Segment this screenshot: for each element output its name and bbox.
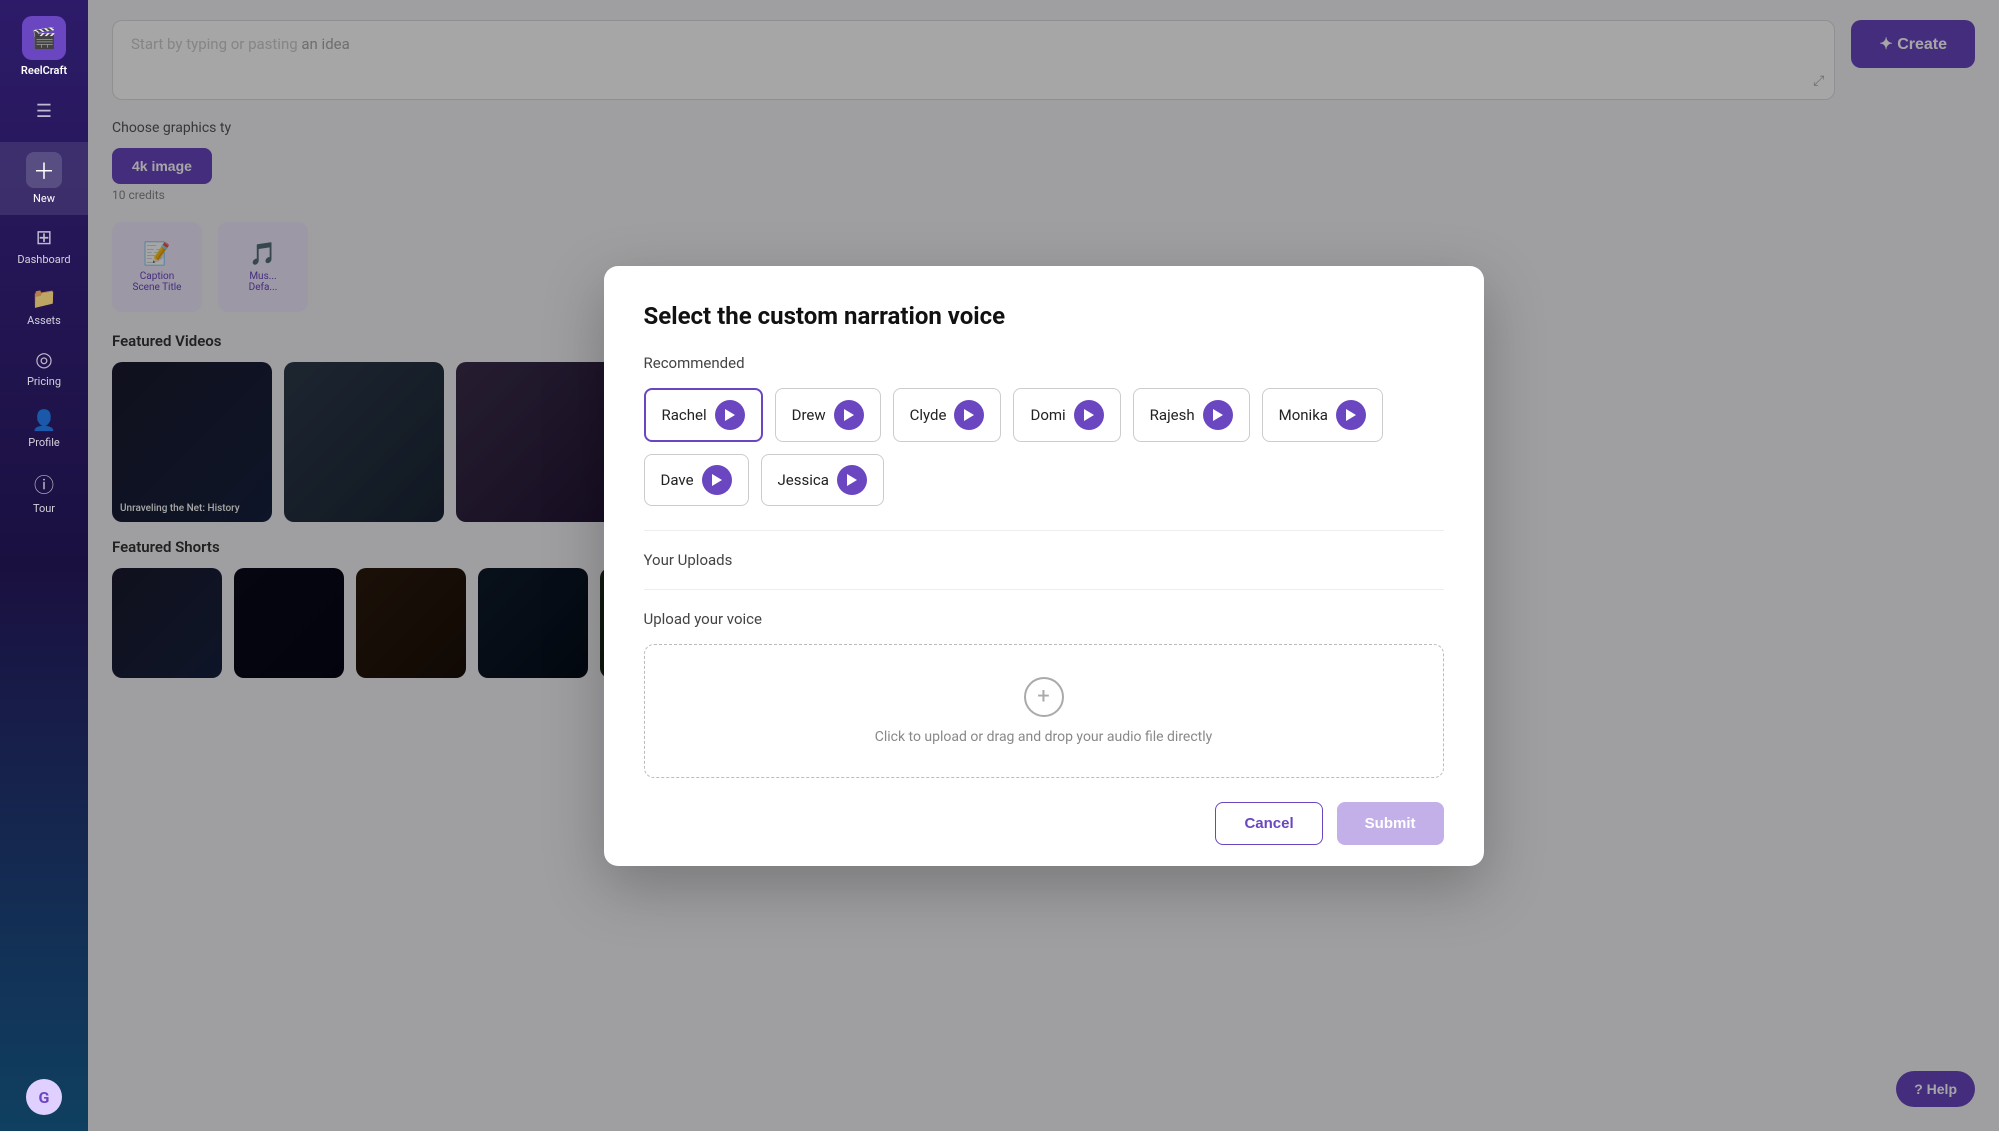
voice-play-clyde[interactable] <box>954 400 984 430</box>
user-avatar[interactable]: G <box>26 1079 62 1115</box>
voice-name-clyde: Clyde <box>910 406 947 424</box>
voice-chip-domi[interactable]: Domi <box>1013 388 1120 442</box>
sidebar-item-tour[interactable]: ⓘ Tour <box>0 459 88 525</box>
voice-grid: Rachel Drew Clyde <box>644 388 1444 506</box>
modal-title: Select the custom narration voice <box>644 302 1444 330</box>
sidebar-item-assets[interactable]: 📁 Assets <box>0 276 88 337</box>
voice-chip-jessica[interactable]: Jessica <box>761 454 884 506</box>
voice-play-rajesh[interactable] <box>1203 400 1233 430</box>
modal-backdrop: Select the custom narration voice Recomm… <box>88 0 1999 1131</box>
sidebar: 🎬 ReelCraft ☰ ＋ New ⊞ Dashboard 📁 Assets… <box>0 0 88 1131</box>
modal-divider <box>644 530 1444 531</box>
voice-play-dave[interactable] <box>702 465 732 495</box>
sidebar-item-new-label: New <box>33 192 55 205</box>
sidebar-item-new[interactable]: ＋ New <box>0 142 88 215</box>
pricing-icon: ◎ <box>35 347 52 371</box>
recommended-label: Recommended <box>644 354 1444 372</box>
voice-chip-monika[interactable]: Monika <box>1262 388 1383 442</box>
menu-icon[interactable]: ☰ <box>36 101 52 122</box>
sidebar-item-pricing-label: Pricing <box>27 375 61 388</box>
voice-chip-dave[interactable]: Dave <box>644 454 749 506</box>
voice-chip-rachel[interactable]: Rachel <box>644 388 763 442</box>
logo-icon: 🎬 <box>22 16 66 60</box>
sidebar-item-dashboard-label: Dashboard <box>17 253 70 266</box>
voice-chip-rajesh[interactable]: Rajesh <box>1133 388 1250 442</box>
upload-voice-label: Upload your voice <box>644 610 1444 628</box>
voice-name-dave: Dave <box>661 471 694 489</box>
voice-name-rajesh: Rajesh <box>1150 406 1195 424</box>
voice-play-domi[interactable] <box>1074 400 1104 430</box>
voice-name-monika: Monika <box>1279 406 1328 424</box>
cancel-button[interactable]: Cancel <box>1215 802 1322 845</box>
new-icon: ＋ <box>26 152 62 188</box>
main-content: Start by typing or pasting an idea ⤢ ✦ C… <box>88 0 1999 1131</box>
voice-play-jessica[interactable] <box>837 465 867 495</box>
uploads-label: Your Uploads <box>644 551 1444 569</box>
voice-play-monika[interactable] <box>1336 400 1366 430</box>
voice-name-drew: Drew <box>792 406 826 424</box>
voice-chip-clyde[interactable]: Clyde <box>893 388 1002 442</box>
sidebar-item-tour-label: Tour <box>33 502 55 515</box>
upload-plus-icon: + <box>1024 677 1064 717</box>
voice-name-jessica: Jessica <box>778 471 829 489</box>
sidebar-item-assets-label: Assets <box>27 314 61 327</box>
sidebar-item-profile-label: Profile <box>28 436 59 449</box>
voice-play-drew[interactable] <box>834 400 864 430</box>
modal-divider-2 <box>644 589 1444 590</box>
tour-icon: ⓘ <box>34 469 54 498</box>
logo[interactable]: 🎬 ReelCraft <box>21 16 67 77</box>
voice-chip-drew[interactable]: Drew <box>775 388 881 442</box>
assets-icon: 📁 <box>32 286 57 310</box>
voice-name-rachel: Rachel <box>662 406 707 424</box>
modal-actions: Cancel Submit <box>644 802 1444 845</box>
upload-text: Click to upload or drag and drop your au… <box>875 729 1213 745</box>
sidebar-item-profile[interactable]: 👤 Profile <box>0 398 88 459</box>
submit-button[interactable]: Submit <box>1337 802 1444 845</box>
profile-icon: 👤 <box>32 408 57 432</box>
upload-zone[interactable]: + Click to upload or drag and drop your … <box>644 644 1444 778</box>
dashboard-icon: ⊞ <box>36 225 53 249</box>
voice-selection-modal: Select the custom narration voice Recomm… <box>604 266 1484 866</box>
logo-text: ReelCraft <box>21 64 67 77</box>
voice-play-rachel[interactable] <box>715 400 745 430</box>
sidebar-item-dashboard[interactable]: ⊞ Dashboard <box>0 215 88 276</box>
sidebar-item-pricing[interactable]: ◎ Pricing <box>0 337 88 398</box>
voice-name-domi: Domi <box>1030 406 1065 424</box>
